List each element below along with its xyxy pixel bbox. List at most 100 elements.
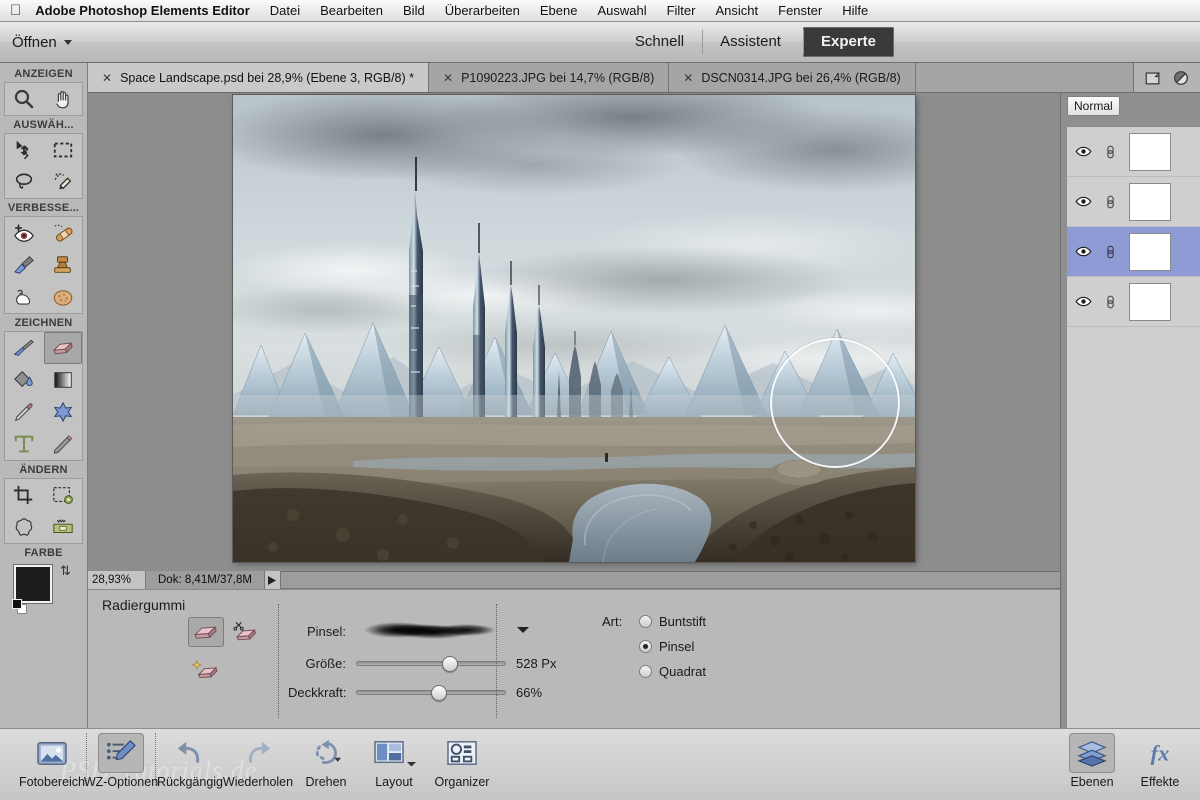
link-chain-icon[interactable] (1104, 144, 1117, 160)
menu-item-bearbeiten[interactable]: Bearbeiten (310, 3, 393, 18)
size-slider-knob[interactable] (442, 656, 458, 672)
move-tool[interactable] (5, 134, 44, 166)
menu-item-ansicht[interactable]: Ansicht (705, 3, 768, 18)
opacity-slider[interactable] (356, 685, 506, 701)
menu-item-filter[interactable]: Filter (657, 3, 706, 18)
opacity-value: 66% (516, 685, 543, 700)
art-option-quadrat[interactable]: Quadrat (602, 664, 706, 679)
menu-item-bild[interactable]: Bild (393, 3, 435, 18)
link-chain-icon[interactable] (1104, 244, 1117, 260)
radio-pinsel[interactable] (639, 640, 652, 653)
crop-tool[interactable] (5, 479, 44, 511)
smart-brush-tool[interactable] (5, 249, 44, 281)
menu-item-ueberarbeiten[interactable]: Überarbeiten (435, 3, 530, 18)
close-icon[interactable]: ✕ (102, 71, 112, 85)
eraser-tool-variant[interactable] (188, 617, 224, 647)
default-colors-icon[interactable] (12, 599, 28, 615)
eraser-tool[interactable] (43, 332, 82, 364)
taskbar-button-ebenen[interactable]: Ebenen (1058, 729, 1126, 789)
taskbar-button-effekte[interactable]: fx Effekte (1126, 729, 1194, 789)
menu-item-fenster[interactable]: Fenster (768, 3, 832, 18)
background-eraser-variant[interactable] (228, 617, 264, 647)
recompose-tool[interactable] (44, 479, 83, 511)
new-window-icon[interactable] (1144, 69, 1162, 87)
taskbar-button-wz-optionen[interactable]: WZ-Optionen (84, 729, 158, 789)
custom-shape-tool[interactable] (44, 396, 83, 428)
hand-tool[interactable] (44, 83, 83, 115)
magnifier-icon (15, 89, 34, 109)
size-slider[interactable] (356, 656, 506, 672)
eye-icon[interactable] (1075, 296, 1092, 307)
table-row[interactable] (1067, 127, 1200, 177)
menu-item-auswahl[interactable]: Auswahl (587, 3, 656, 18)
apple-logo-icon[interactable]:  (10, 3, 21, 18)
opacity-slider-knob[interactable] (431, 685, 447, 701)
menu-item-datei[interactable]: Datei (260, 3, 310, 18)
menu-item-ebene[interactable]: Ebene (530, 3, 588, 18)
brush-tool[interactable] (5, 332, 44, 364)
taskbar-button-organizer[interactable]: Organizer (428, 729, 496, 789)
taskbar-button-fotobereich[interactable]: Fotobereich (18, 729, 86, 789)
eye-icon[interactable] (1075, 196, 1092, 207)
pencil-tool[interactable] (44, 428, 83, 460)
foreground-color-swatch[interactable] (14, 565, 52, 603)
table-row[interactable] (1067, 277, 1200, 327)
art-option-pinsel[interactable]: Pinsel (602, 639, 706, 654)
sponge-tool[interactable] (44, 281, 83, 313)
menu-item-hilfe[interactable]: Hilfe (832, 3, 878, 18)
type-tool[interactable] (5, 428, 44, 460)
link-chain-icon[interactable] (1104, 294, 1117, 310)
cookie-cutter-tool[interactable] (5, 511, 44, 543)
blend-mode-select[interactable]: Normal (1067, 96, 1120, 116)
magic-wand-tool[interactable] (44, 166, 83, 198)
lasso-tool[interactable] (5, 166, 44, 198)
eyedropper-tool[interactable] (5, 396, 44, 428)
taskbar-button-wiederholen[interactable]: Wiederholen (223, 729, 293, 789)
play-right-icon[interactable] (264, 571, 281, 589)
gradient-tool[interactable] (44, 364, 83, 396)
zoom-tool[interactable] (5, 83, 44, 115)
tab-schnell[interactable]: Schnell (617, 27, 702, 57)
taskbar-button-rueckgaengig[interactable]: Rückgängig (156, 729, 224, 789)
brush-dropdown-button[interactable] (516, 624, 530, 638)
document-canvas-area[interactable] (88, 93, 1060, 573)
no-color-icon[interactable] (1172, 69, 1190, 87)
toolbox-group-zeichnen (4, 331, 83, 461)
layer-thumbnail[interactable] (1129, 132, 1171, 171)
straighten-tool[interactable] (44, 511, 83, 543)
art-option-buntstift[interactable]: Art: Buntstift (602, 614, 706, 629)
magic-wand-icon (54, 173, 71, 190)
zoom-level-field[interactable]: 28,93% (88, 571, 146, 589)
open-button[interactable]: Öffnen (12, 34, 72, 51)
paint-bucket-tool[interactable] (5, 364, 44, 396)
link-chain-icon[interactable] (1104, 194, 1117, 210)
layer-thumbnail[interactable] (1129, 232, 1171, 271)
image-canvas[interactable] (233, 95, 915, 562)
swap-colors-icon[interactable]: ⇅ (60, 563, 71, 579)
layer-thumbnail[interactable] (1129, 182, 1171, 221)
clone-stamp-tool[interactable] (44, 249, 83, 281)
close-icon[interactable]: ✕ (443, 71, 453, 85)
blur-tool[interactable] (5, 281, 44, 313)
radio-buntstift[interactable] (639, 615, 652, 628)
table-row[interactable] (1067, 227, 1200, 277)
tab-assistent[interactable]: Assistent (702, 27, 799, 57)
radio-quadrat[interactable] (639, 665, 652, 678)
eye-icon[interactable] (1075, 146, 1092, 157)
magic-eraser-variant[interactable] (188, 655, 224, 685)
document-tab-space-landscape[interactable]: ✕ Space Landscape.psd bei 28,9% (Ebene 3… (88, 63, 430, 92)
document-tab-dscn0314[interactable]: ✕ DSCN0314.JPG bei 26,4% (RGB/8) (669, 63, 916, 92)
red-eye-tool[interactable] (5, 217, 44, 249)
close-icon[interactable]: ✕ (683, 71, 693, 85)
menu-app-title[interactable]: Adobe Photoshop Elements Editor (35, 3, 260, 18)
layer-thumbnail[interactable] (1129, 282, 1171, 321)
taskbar-button-layout[interactable]: Layout (360, 729, 428, 789)
brush-preview-thumbnail[interactable] (356, 618, 506, 644)
taskbar-button-drehen[interactable]: Drehen (292, 729, 360, 789)
tab-experte[interactable]: Experte (802, 27, 894, 57)
document-tab-p1090223[interactable]: ✕ P1090223.JPG bei 14,7% (RGB/8) (429, 63, 670, 92)
table-row[interactable] (1067, 177, 1200, 227)
healing-brush-tool[interactable] (44, 217, 83, 249)
rectangular-marquee-tool[interactable] (44, 134, 83, 166)
eye-icon[interactable] (1075, 246, 1092, 257)
